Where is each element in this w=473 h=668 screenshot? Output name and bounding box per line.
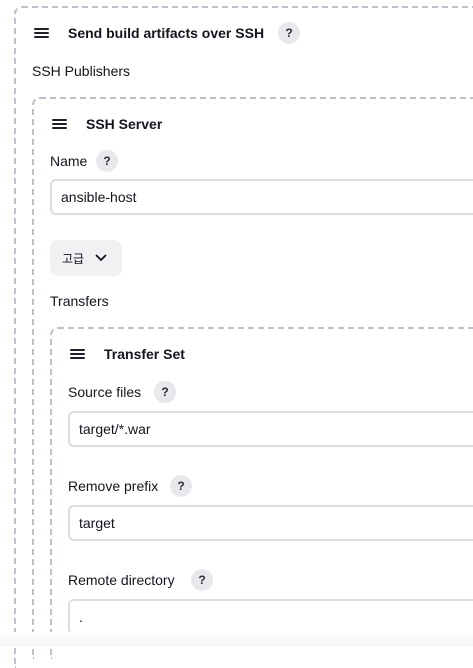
help-icon[interactable]: ?	[170, 475, 192, 497]
transfer-set-title: Transfer Set	[104, 346, 185, 362]
name-label: Name	[50, 153, 88, 169]
drag-handle-icon[interactable]	[70, 348, 86, 360]
drag-handle-icon[interactable]	[52, 118, 68, 130]
help-icon[interactable]: ?	[154, 381, 176, 403]
help-icon[interactable]: ?	[191, 569, 213, 591]
ssh-server-title: SSH Server	[86, 116, 163, 132]
remote-directory-label: Remote directory	[68, 572, 175, 588]
ssh-publishers-label: SSH Publishers	[32, 63, 131, 79]
publisher-section-title: Send build artifacts over SSH	[68, 25, 265, 41]
transfers-label: Transfers	[50, 293, 109, 309]
name-field[interactable]: ansible-host	[50, 179, 473, 215]
source-files-field[interactable]: target/*.war	[68, 411, 473, 447]
remove-prefix-field[interactable]: target	[68, 505, 473, 541]
remote-directory-field[interactable]: .	[68, 599, 473, 635]
advanced-button-label: 고급	[62, 252, 85, 266]
help-icon[interactable]: ?	[278, 22, 300, 44]
drag-handle-icon[interactable]	[34, 27, 50, 39]
bottom-fade	[0, 632, 473, 646]
source-files-label: Source files	[68, 384, 142, 400]
remove-prefix-label: Remove prefix	[68, 478, 159, 494]
chevron-down-icon	[95, 254, 107, 261]
advanced-button[interactable]: 고급	[50, 240, 122, 276]
help-icon[interactable]: ?	[96, 150, 118, 172]
